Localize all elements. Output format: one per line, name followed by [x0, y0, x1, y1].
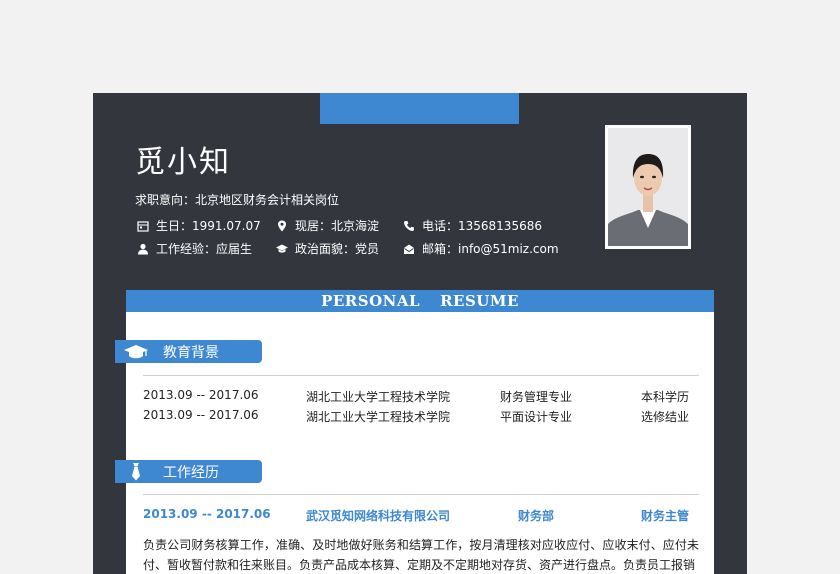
job-company: 武汉觅知网络科技有限公司	[306, 509, 451, 523]
work-divider	[143, 494, 699, 495]
education-period: 2013.09 -- 2017.06	[143, 408, 259, 422]
education-degree: 本科学历	[640, 390, 689, 404]
phone-icon	[403, 220, 415, 232]
profile-photo	[605, 125, 691, 249]
education-section-header: 教育背景	[115, 340, 262, 363]
calendar-icon	[137, 220, 149, 232]
politics-text: 政治面貌：党员	[295, 242, 380, 256]
work-section-header: 工作经历	[115, 460, 262, 483]
resume-page: 觅小知 求职意向：北京地区财务会计相关岗位 生日：1991.07.07 现居：北…	[93, 93, 747, 574]
tie-icon	[123, 462, 149, 480]
education-period: 2013.09 -- 2017.06	[143, 388, 259, 402]
education-row-2: 2013.09 -- 2017.06 湖北工业大学工程技术学院 平面设计专业 选…	[143, 408, 699, 426]
birth-info: 生日：1991.07.07	[137, 217, 261, 234]
job-period: 2013.09 -- 2017.06	[143, 507, 271, 521]
email-info: 邮箱：info@51miz.com	[403, 240, 559, 257]
residence-info: 现居：北京海淀	[276, 217, 379, 234]
experience-text: 工作经验：应届生	[156, 242, 253, 256]
phone-text: 电话：13568135686	[422, 219, 542, 233]
work-title: 工作经历	[163, 464, 219, 481]
personal-resume-banner: PERSONAL RESUME	[126, 290, 714, 312]
job-department: 财务部	[518, 509, 555, 523]
location-pin-icon	[276, 220, 288, 232]
education-major: 平面设计专业	[500, 410, 573, 424]
graduation-cap-icon	[276, 243, 288, 255]
top-accent-tab	[320, 93, 519, 124]
resume-content-sheet	[126, 290, 714, 574]
graduation-cap-icon	[123, 344, 149, 360]
education-degree: 选修结业	[640, 410, 689, 424]
job-intent: 求职意向：北京地区财务会计相关岗位	[135, 193, 340, 207]
education-divider	[143, 375, 699, 376]
mail-icon	[403, 243, 415, 255]
education-school: 湖北工业大学工程技术学院	[306, 390, 451, 404]
job-description: 负责公司财务核算工作，准确、及时地做好账务和结算工作，按月清理核对应收应付、应收…	[143, 538, 699, 572]
politics-info: 政治面貌：党员	[276, 240, 379, 257]
email-text: 邮箱：info@51miz.com	[422, 242, 559, 256]
education-major: 财务管理专业	[500, 390, 573, 404]
candidate-name: 觅小知	[135, 145, 231, 180]
experience-info: 工作经验：应届生	[137, 240, 252, 257]
banner-word-1: PERSONAL	[321, 292, 421, 310]
education-row-1: 2013.09 -- 2017.06 湖北工业大学工程技术学院 财务管理专业 本…	[143, 388, 699, 406]
phone-info: 电话：13568135686	[403, 217, 542, 234]
birth-text: 生日：1991.07.07	[156, 219, 261, 233]
education-title: 教育背景	[163, 344, 219, 361]
person-icon	[137, 243, 149, 255]
residence-text: 现居：北京海淀	[295, 219, 380, 233]
banner-word-2: RESUME	[440, 292, 519, 310]
job-position: 财务主管	[640, 509, 689, 523]
education-school: 湖北工业大学工程技术学院	[306, 410, 451, 424]
job-row: 2013.09 -- 2017.06 武汉觅知网络科技有限公司 财务部 财务主管	[143, 507, 699, 525]
